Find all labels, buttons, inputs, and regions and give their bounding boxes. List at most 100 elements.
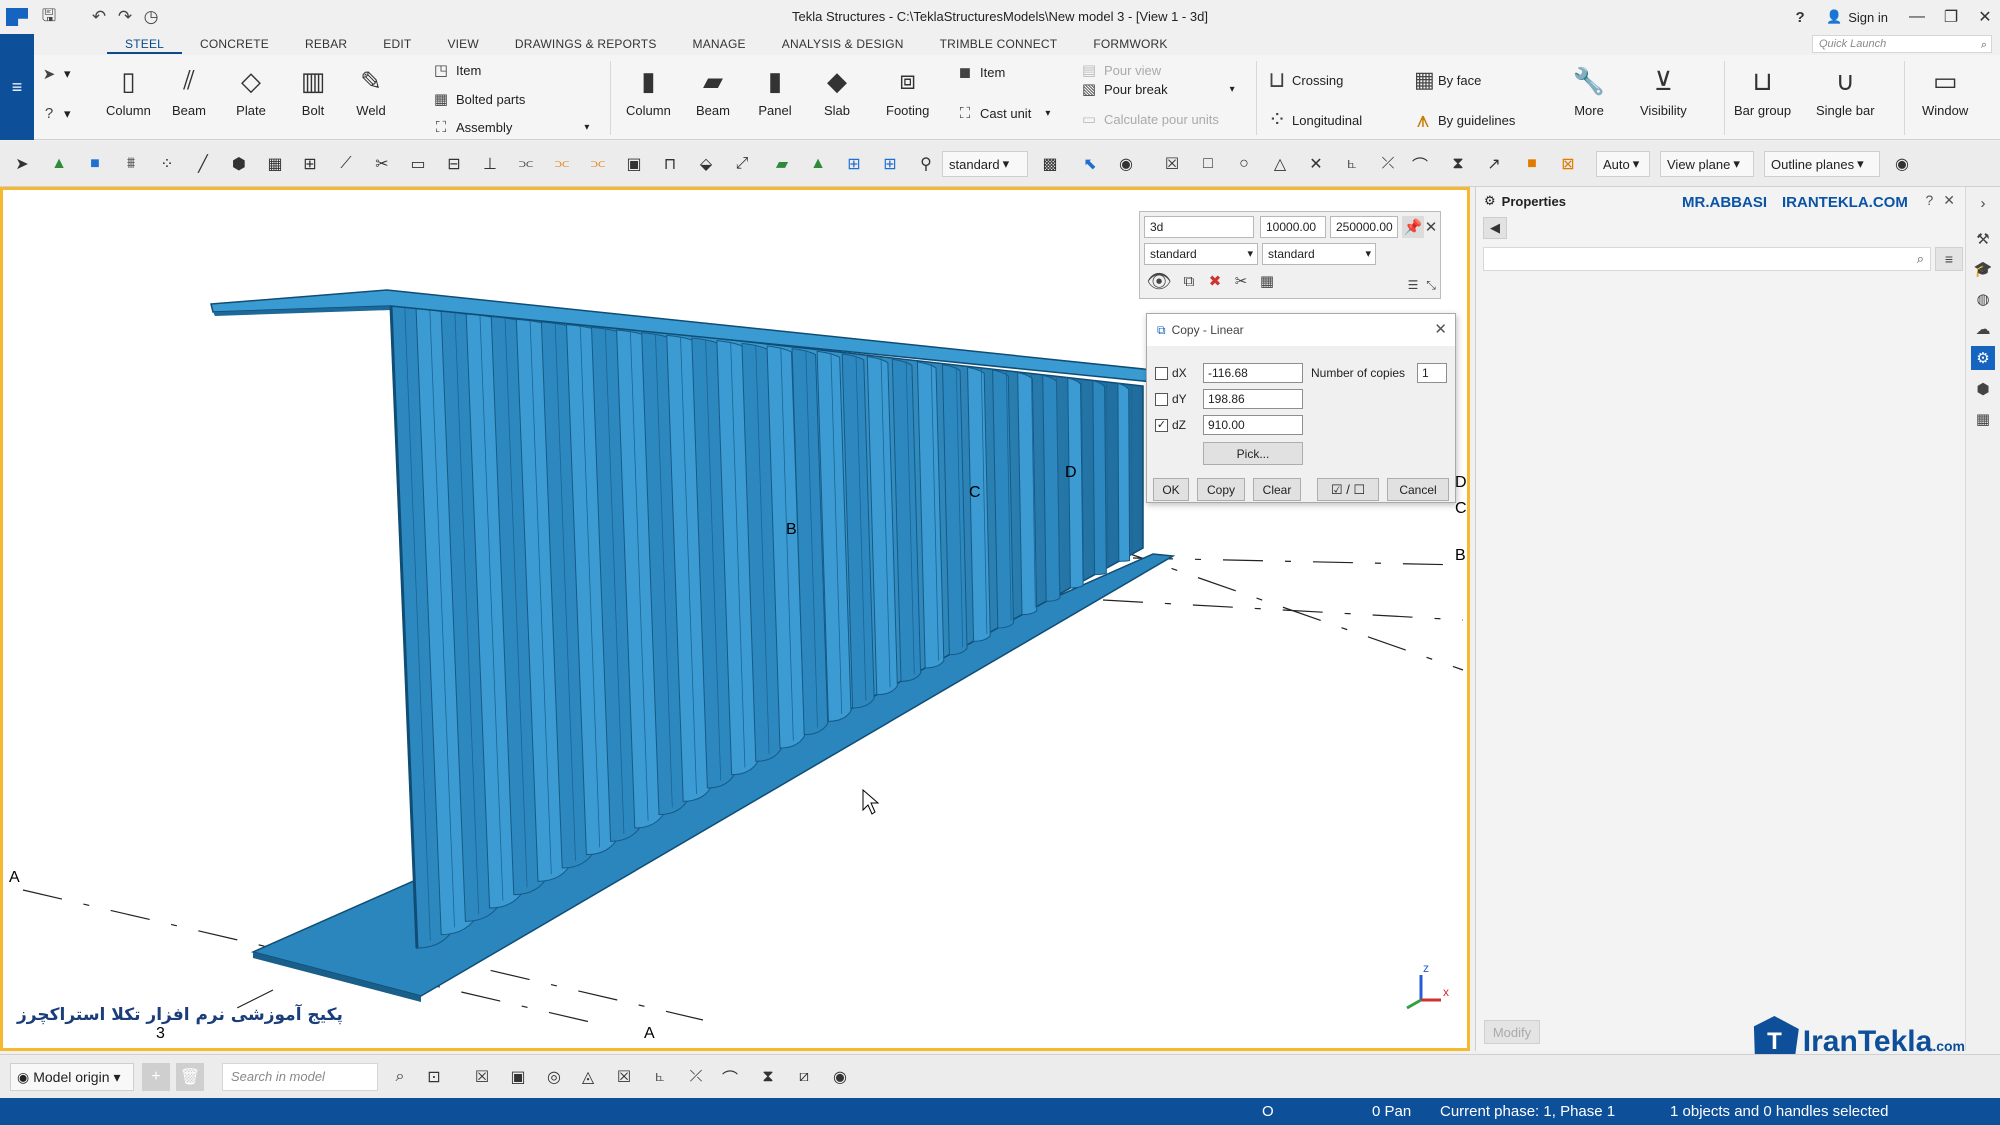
view-plane-dropdown[interactable]: View plane ▾ [1660, 151, 1754, 177]
copy-button[interactable]: Copy [1197, 478, 1245, 501]
snap-center-icon[interactable]: ◎ [540, 1063, 568, 1091]
snap-extension-icon[interactable]: ⤫ [1376, 152, 1400, 176]
select-surfaces-icon[interactable]: ⬙ [694, 152, 718, 176]
select-pour-breaks-icon[interactable]: ⊓ [658, 152, 682, 176]
snap-perpendicular-icon[interactable]: ⦜ [646, 1063, 674, 1091]
visibility-button[interactable]: ⊻ Visibility [1640, 61, 1687, 119]
select-grid-icon[interactable]: ▦ [263, 152, 287, 176]
tab-drawings-reports[interactable]: DRAWINGS & REPORTS [497, 34, 675, 54]
concrete-column-button[interactable]: ▮ Column [626, 61, 671, 119]
tab-view[interactable]: VIEW [429, 34, 496, 54]
bolted-parts-button[interactable]: ▦ Bolted parts [432, 90, 525, 108]
selection-filter-icon[interactable]: ▩ [1038, 152, 1062, 176]
selection-filter-select[interactable]: standard [1262, 243, 1376, 265]
add-origin-button[interactable]: + [142, 1063, 170, 1091]
tab-manage[interactable]: MANAGE [675, 34, 764, 54]
close-icon[interactable]: ✕ [1420, 216, 1442, 238]
tab-concrete[interactable]: CONCRETE [182, 34, 287, 54]
tools-icon[interactable]: ⚒ [1971, 227, 1995, 251]
dz-checkbox[interactable]: ✓ [1155, 418, 1168, 432]
history-icon[interactable]: ◷ [138, 4, 164, 30]
pour-view-button[interactable]: ▤ Pour view [1080, 61, 1161, 79]
cast-unit-dropdown-icon[interactable]: ▾ [1045, 108, 1050, 119]
cancel-button[interactable]: Cancel [1387, 478, 1449, 501]
cube-icon[interactable]: ⬢ [1971, 377, 1995, 401]
dialog-title-bar[interactable]: ⧉ Copy - Linear [1147, 314, 1455, 346]
crossing-button[interactable]: ⊔ Crossing [1268, 67, 1343, 93]
visibility-eye-icon[interactable]: ◉ [1114, 152, 1138, 176]
window-button[interactable]: ▭ Window [1922, 61, 1968, 119]
calculate-pour-units-button[interactable]: ▭ Calculate pour units [1080, 110, 1219, 128]
grid-view-icon[interactable]: ▦ [1256, 270, 1278, 292]
select-reinforcement-icon[interactable]: ⫗ [514, 152, 538, 176]
snap-any-position-icon[interactable]: ■ [1520, 152, 1544, 176]
search-icon[interactable]: ⌕ [386, 1063, 414, 1091]
snap-midpoint-icon[interactable]: △ [1268, 152, 1292, 176]
concrete-item-button[interactable]: ◼ Item [956, 63, 1006, 81]
select-tool[interactable]: ➤ ▾ [40, 65, 71, 83]
ok-button[interactable]: OK [1153, 478, 1189, 501]
longitudinal-button[interactable]: ⁘ Longitudinal [1268, 107, 1362, 133]
single-bar-button[interactable]: ∪ Single bar [1816, 61, 1875, 119]
remove-filter-icon[interactable]: ✖ [1204, 270, 1226, 292]
search-in-model-input[interactable]: Search in model [222, 1063, 378, 1091]
select-measure-icon[interactable]: ⤢ [730, 152, 754, 176]
box-view-icon[interactable]: ⧉ [1178, 270, 1200, 292]
signin-button[interactable]: 👤 Sign in [1816, 9, 1898, 25]
minimize-button[interactable]: — [1902, 2, 1932, 32]
status-phase[interactable]: Current phase: 1, Phase 1 [1440, 1103, 1615, 1120]
tab-analysis-design[interactable]: ANALYSIS & DESIGN [764, 34, 922, 54]
by-face-button[interactable]: ▦ By face [1414, 67, 1481, 93]
snap-nearest-icon[interactable]: ⧄ [790, 1063, 818, 1091]
select-in-assemblies-icon[interactable]: ⊞ [878, 152, 902, 176]
snap-geometry-icon[interactable]: ▣ [504, 1063, 532, 1091]
snap-reference-icon[interactable]: ☒ [1160, 152, 1184, 176]
selection-filter-dropdown[interactable]: standard ▾ [942, 151, 1028, 177]
select-parts-icon[interactable]: ▲ [47, 152, 71, 176]
depth-up-field[interactable]: 10000.00 [1260, 216, 1326, 238]
snap-tool[interactable]: ? ▾ [40, 105, 71, 122]
select-all-icon[interactable]: ➤ [10, 152, 34, 176]
ghost-eye-icon[interactable]: ◉ [1890, 152, 1914, 176]
pick-button[interactable]: Pick... [1203, 442, 1303, 465]
panel-button[interactable]: ▮ Panel [758, 61, 792, 119]
dx-input[interactable]: -116.68 [1203, 363, 1303, 383]
snap-intersection-icon[interactable]: ☒ [610, 1063, 638, 1091]
properties-search-input[interactable]: ⌕ [1483, 247, 1931, 271]
pour-break-button[interactable]: ▧ Pour break ▾ [1080, 80, 1235, 98]
dy-input[interactable]: 198.86 [1203, 389, 1303, 409]
expand-icon[interactable]: ⤡ [1420, 274, 1442, 296]
depth-down-field[interactable]: 250000.00 [1330, 216, 1398, 238]
snap-midpoint-icon[interactable]: ◬ [574, 1063, 602, 1091]
assembly-dropdown-icon[interactable]: ▾ [584, 122, 589, 133]
learning-icon[interactable]: 🎓 [1971, 257, 1995, 281]
properties-gear-icon[interactable]: ⚙ [1971, 346, 1995, 370]
tab-rebar[interactable]: REBAR [287, 34, 365, 54]
select-lines-icon[interactable]: ╱ [191, 152, 215, 176]
snap-free-icon[interactable]: ⌒ [1408, 152, 1432, 176]
footing-button[interactable]: ⧈ Footing [886, 61, 929, 118]
snap-intersection-icon[interactable]: ✕ [1304, 152, 1328, 176]
weld-button[interactable]: ✎ Weld [354, 61, 388, 119]
select-welds-icon[interactable]: ⩩ [119, 152, 143, 176]
select-surface-icon[interactable]: ■ [83, 152, 107, 176]
assembly-button[interactable]: ⛶ Assembly ▾ [432, 119, 590, 136]
select-cursor-icon[interactable]: ⬉ [1078, 152, 1102, 176]
steel-column-button[interactable]: ▯ Column [106, 61, 151, 119]
copies-input[interactable]: 1 [1417, 363, 1447, 383]
tab-formwork[interactable]: FORMWORK [1075, 34, 1185, 54]
zoom-selected-icon[interactable]: ⊡ [420, 1063, 448, 1091]
snap-perpendicular-icon[interactable]: ⦜ [1340, 152, 1364, 176]
snap-line-icon[interactable]: ⧗ [1446, 152, 1470, 176]
by-guidelines-button[interactable]: ⩚ By guidelines [1414, 107, 1516, 133]
chevron-right-icon[interactable]: › [1971, 191, 1995, 215]
concrete-beam-button[interactable]: ▰ Beam [696, 61, 730, 119]
close-button[interactable]: ✕ [1970, 2, 2000, 32]
snap-reference-icon[interactable]: ☒ [468, 1063, 496, 1091]
applications-icon[interactable]: ▦ [1971, 407, 1995, 431]
toggle-all-button[interactable]: ☑ / ☐ [1317, 478, 1379, 501]
select-component-objects-icon[interactable]: ▲ [806, 152, 830, 176]
help-icon[interactable]: ? [1925, 192, 1933, 209]
auto-plane-dropdown[interactable]: Auto ▾ [1596, 151, 1650, 177]
steel-item-button[interactable]: ◳ Item [432, 61, 481, 79]
